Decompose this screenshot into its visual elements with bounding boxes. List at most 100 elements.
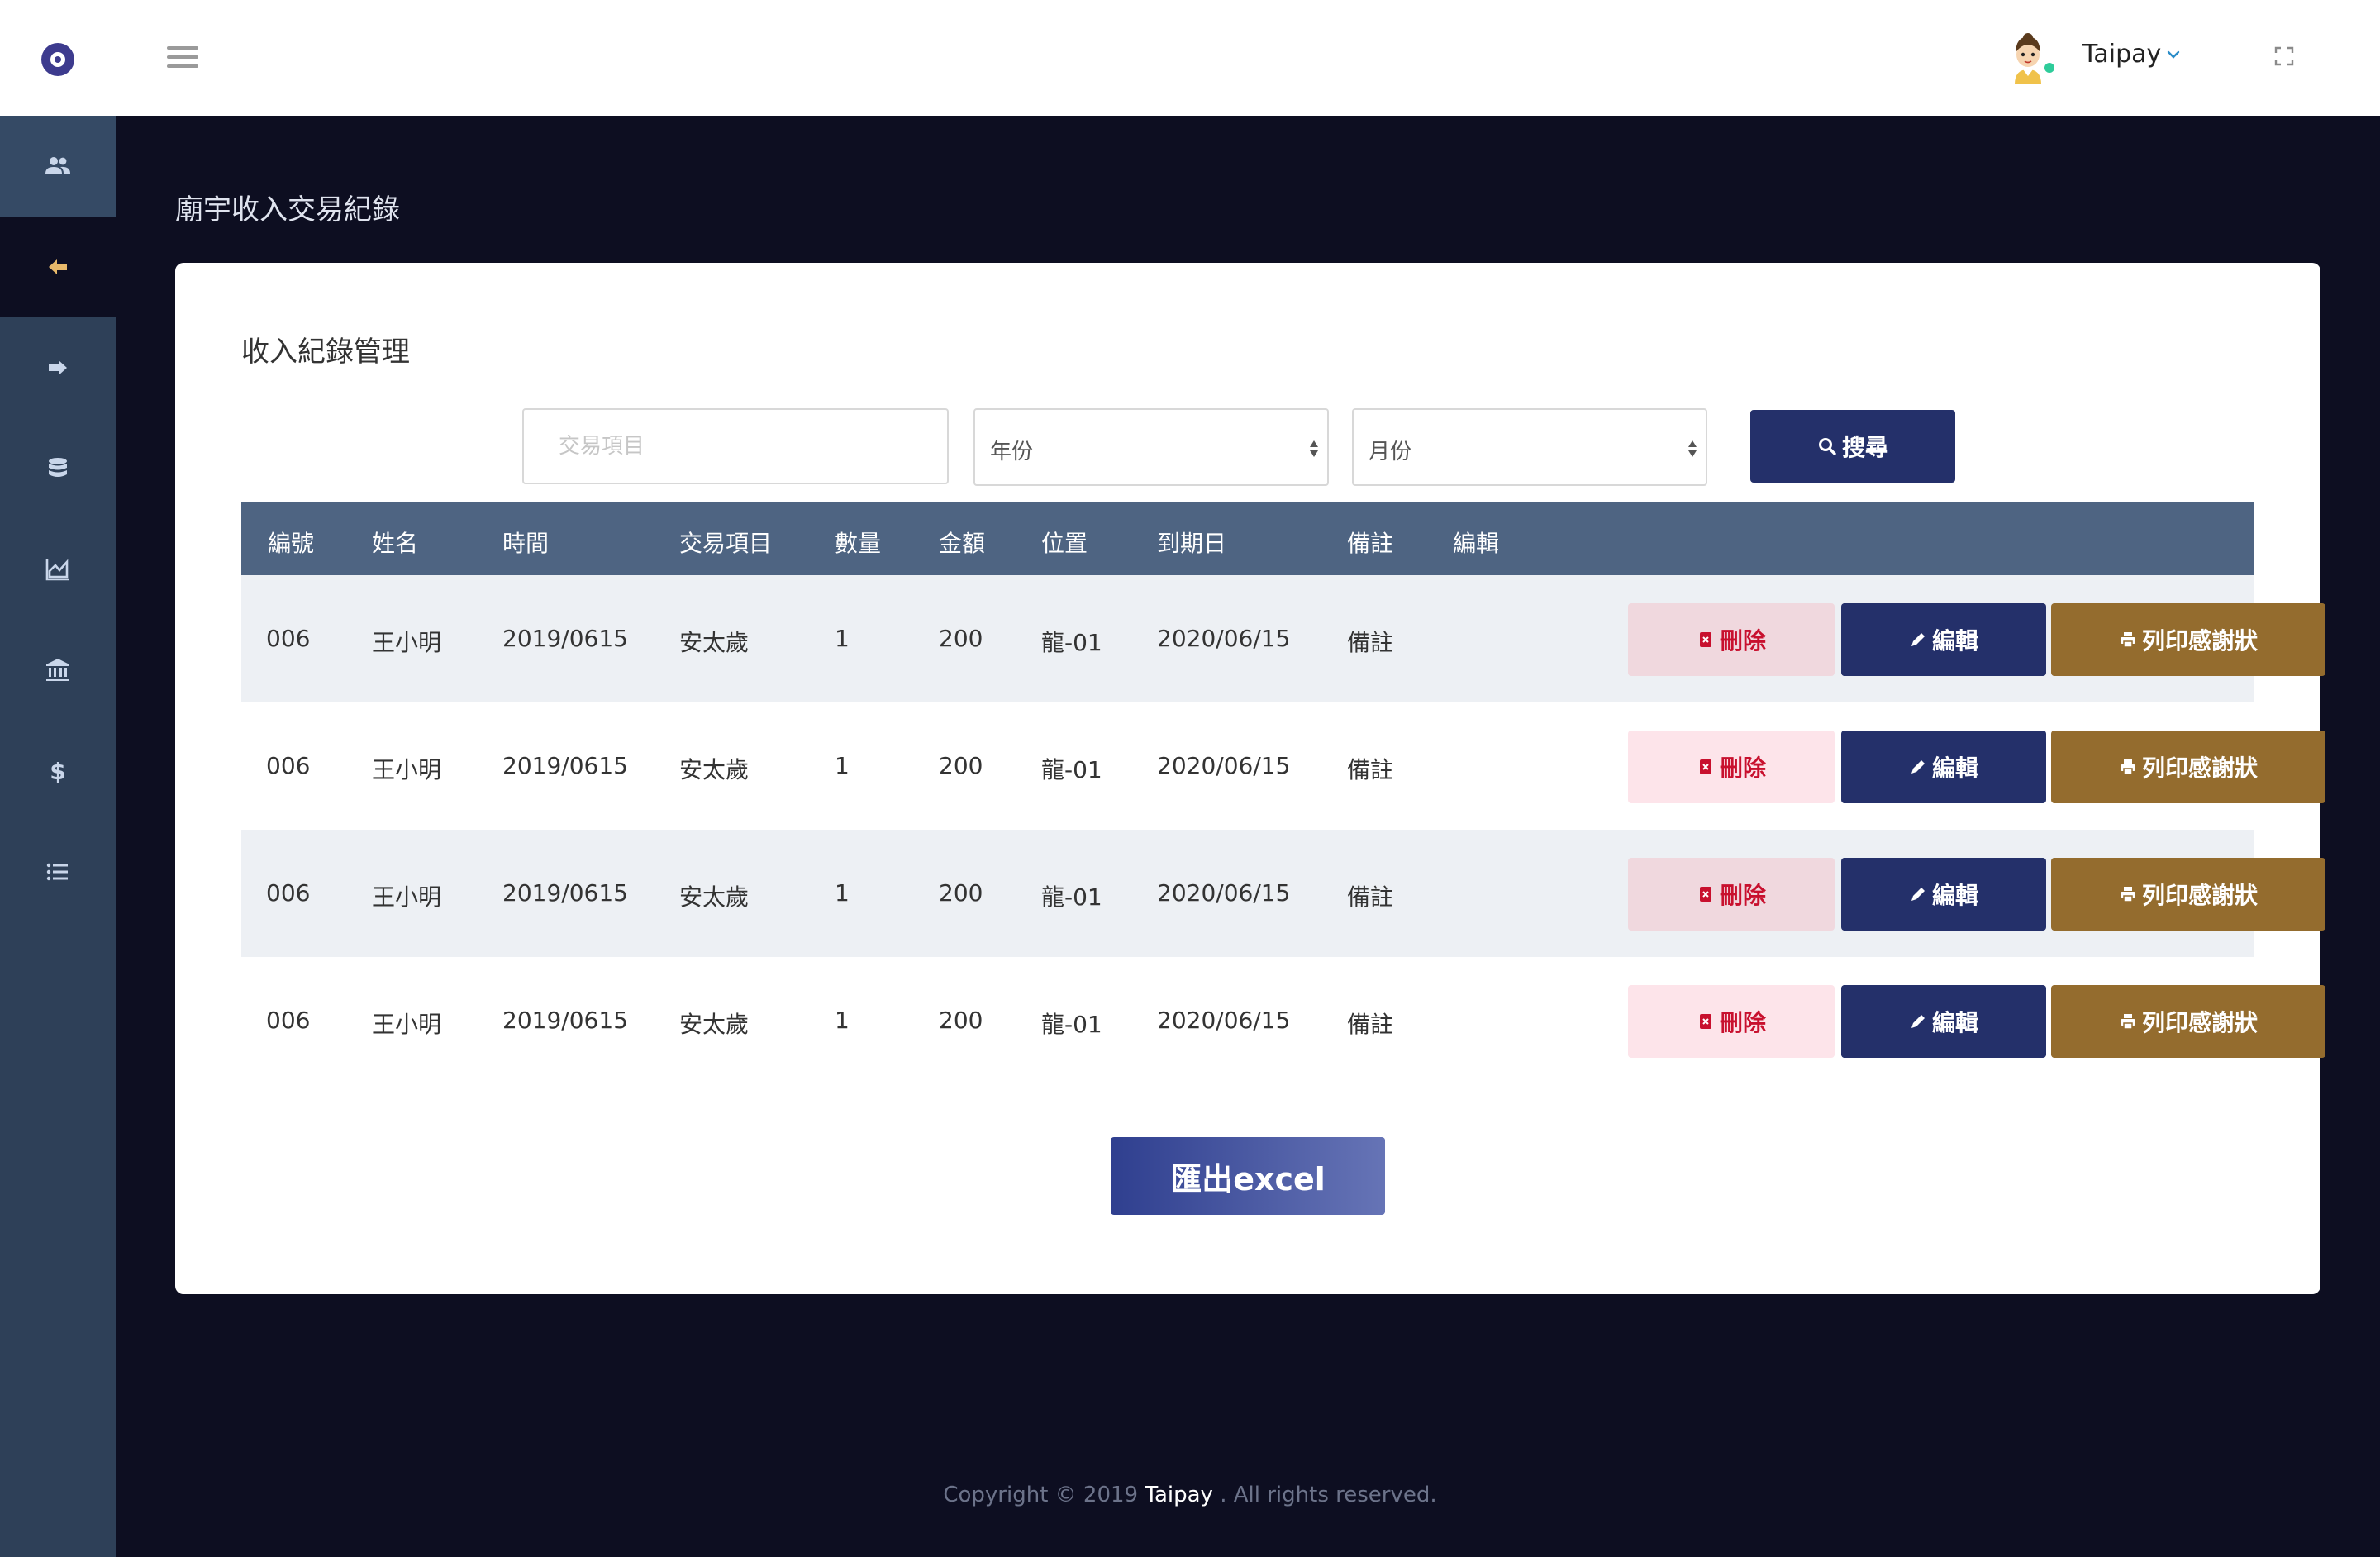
sidebar-item-reports[interactable]	[0, 519, 116, 620]
top-header: Taipay	[0, 0, 2380, 116]
print-thanks-button[interactable]: 列印感謝狀	[2051, 731, 2325, 803]
edit-button[interactable]: 編輯	[1841, 731, 2046, 803]
sidebar-item-database[interactable]	[0, 418, 116, 519]
delete-button[interactable]: 刪除	[1628, 731, 1835, 803]
logo-icon[interactable]	[41, 43, 74, 76]
cell-due-date: 2020/06/15	[1157, 1007, 1291, 1034]
month-select[interactable]: 月份	[1352, 408, 1707, 486]
select-arrows-icon	[1688, 440, 1697, 457]
rights-text: . All rights reserved.	[1220, 1483, 1437, 1507]
sidebar-item-expense[interactable]	[0, 317, 116, 418]
print-thanks-button[interactable]: 列印感謝狀	[2051, 985, 2325, 1058]
table-header: 編號 姓名 時間 交易項目 數量 金額 位置 到期日 備註 編輯	[241, 502, 2254, 575]
cell-note: 備註	[1347, 756, 1394, 783]
cell-name: 王小明	[372, 1011, 442, 1038]
table-row: 006 王小明 2019/0615 安太歲 1 200 龍-01 2020/06…	[241, 830, 2325, 957]
cell-location: 龍-01	[1041, 629, 1102, 656]
sidebar-item-income[interactable]	[0, 217, 116, 317]
cell-time: 2019/0615	[502, 625, 628, 652]
footer-brand-link[interactable]: Taipay	[1145, 1483, 1213, 1507]
print-thanks-button[interactable]: 列印感謝狀	[2051, 603, 2325, 676]
fullscreen-icon[interactable]	[2274, 46, 2294, 66]
cell-item: 安太歲	[679, 629, 750, 656]
sidebar: $	[0, 116, 116, 1557]
cell-amount: 200	[939, 625, 983, 652]
arrow-left-icon	[49, 260, 67, 274]
trash-icon	[1699, 887, 1711, 902]
year-select[interactable]: 年份	[973, 408, 1329, 486]
user-name[interactable]: Taipay	[2082, 40, 2161, 69]
edit-button-label: 編輯	[1931, 1009, 1978, 1036]
table-row: 006 王小明 2019/0615 安太歲 1 200 龍-01 2020/06…	[241, 702, 2325, 830]
column-header: 數量	[835, 530, 882, 557]
cell-location: 龍-01	[1041, 756, 1102, 783]
cell-note: 備註	[1347, 1011, 1394, 1038]
print-thanks-button[interactable]: 列印感謝狀	[2051, 858, 2325, 931]
hamburger-menu-icon[interactable]	[167, 46, 198, 71]
cell-location: 龍-01	[1041, 1011, 1102, 1038]
table-row: 006 王小明 2019/0615 安太歲 1 200 龍-01 2020/06…	[241, 575, 2325, 702]
column-header: 位置	[1041, 530, 1088, 557]
edit-button-label: 編輯	[1931, 882, 1978, 909]
year-select-value: 年份	[990, 440, 1034, 464]
month-select-value: 月份	[1368, 440, 1412, 464]
column-header: 到期日	[1157, 530, 1227, 557]
cell-amount: 200	[939, 879, 983, 907]
search-button-label: 搜尋	[1841, 434, 1888, 461]
delete-button-label: 刪除	[1719, 627, 1766, 655]
column-header: 時間	[502, 530, 550, 557]
list-icon	[46, 863, 68, 881]
chevron-down-icon[interactable]	[2165, 46, 2182, 63]
printer-icon	[2120, 887, 2135, 902]
footer: Copyright © 2019 Taipay . All rights res…	[0, 1483, 2380, 1507]
export-excel-button[interactable]: 匯出excel	[1111, 1137, 1385, 1215]
edit-button-label: 編輯	[1931, 755, 1978, 782]
cell-quantity: 1	[835, 879, 850, 907]
sidebar-item-temple[interactable]	[0, 620, 116, 721]
print-button-label: 列印感謝狀	[2141, 627, 2258, 655]
cell-id: 006	[266, 752, 311, 779]
online-status-dot	[2044, 63, 2054, 73]
cell-amount: 200	[939, 1007, 983, 1034]
sidebar-item-finance[interactable]: $	[0, 721, 116, 821]
pencil-icon	[1911, 888, 1925, 901]
printer-icon	[2120, 759, 2135, 775]
avatar[interactable]	[2003, 31, 2053, 84]
sidebar-item-members[interactable]	[0, 116, 116, 217]
edit-button[interactable]: 編輯	[1841, 858, 2046, 931]
database-icon	[49, 458, 67, 477]
print-button-label: 列印感謝狀	[2141, 755, 2258, 782]
cell-id: 006	[266, 625, 311, 652]
area-chart-icon	[45, 559, 69, 581]
bank-icon	[46, 659, 69, 681]
cell-id: 006	[266, 1007, 311, 1034]
column-header: 金額	[939, 530, 986, 557]
cell-time: 2019/0615	[502, 752, 628, 779]
cell-item: 安太歲	[679, 756, 750, 783]
cell-time: 2019/0615	[502, 879, 628, 907]
search-button[interactable]: 搜尋	[1750, 410, 1955, 483]
trash-icon	[1699, 759, 1711, 774]
delete-button[interactable]: 刪除	[1628, 985, 1835, 1058]
sidebar-item-list[interactable]	[0, 821, 116, 922]
edit-button[interactable]: 編輯	[1841, 985, 2046, 1058]
cell-name: 王小明	[372, 629, 442, 656]
cell-quantity: 1	[835, 625, 850, 652]
cell-due-date: 2020/06/15	[1157, 879, 1291, 907]
delete-button[interactable]: 刪除	[1628, 603, 1835, 676]
delete-button[interactable]: 刪除	[1628, 858, 1835, 931]
cell-note: 備註	[1347, 883, 1394, 911]
cell-location: 龍-01	[1041, 883, 1102, 911]
trash-icon	[1699, 632, 1711, 647]
cell-item: 安太歲	[679, 1011, 750, 1038]
dollar-icon: $	[50, 758, 65, 785]
column-header: 交易項目	[679, 530, 773, 557]
transaction-item-input[interactable]	[524, 410, 947, 483]
transaction-item-field[interactable]	[522, 408, 949, 484]
records-card: 收入紀錄管理 年份 月份 搜尋 編號 姓名 時間 交易項目 數量 金額 位置 到…	[175, 263, 2325, 1294]
edit-button[interactable]: 編輯	[1841, 603, 2046, 676]
arrow-right-icon	[49, 360, 67, 375]
cell-name: 王小明	[372, 756, 442, 783]
cell-note: 備註	[1347, 629, 1394, 656]
trash-icon	[1699, 1014, 1711, 1029]
